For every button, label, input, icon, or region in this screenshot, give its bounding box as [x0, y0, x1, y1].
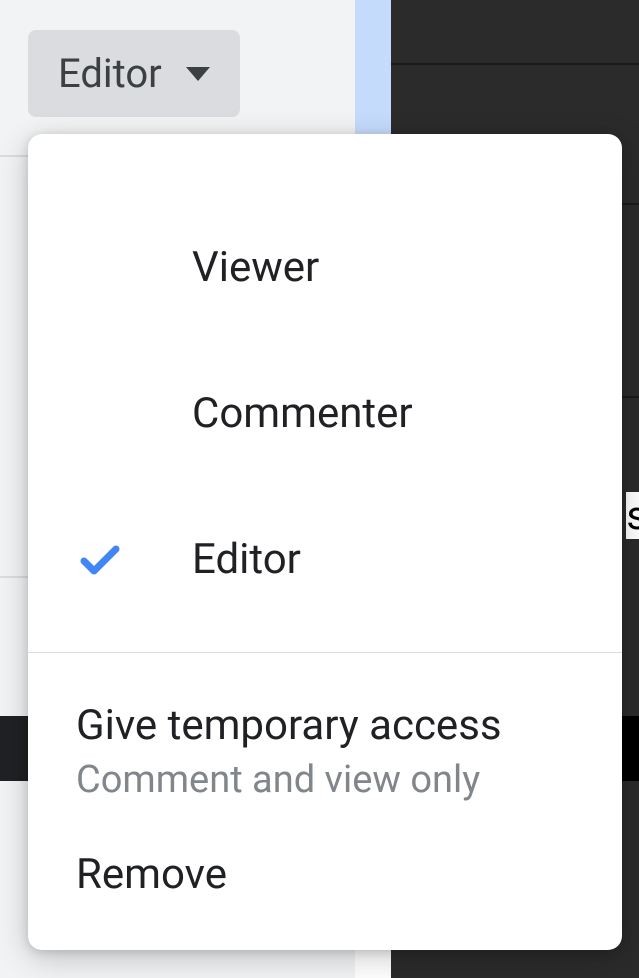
menu-option-commenter[interactable]: Commenter: [28, 340, 622, 486]
menu-option-label: Commenter: [192, 389, 413, 438]
role-dropdown-button[interactable]: Editor: [28, 30, 240, 117]
role-button-label: Editor: [58, 50, 162, 97]
menu-option-label: Editor: [192, 535, 301, 584]
menu-option-label: Viewer: [192, 243, 319, 292]
caret-down-icon: [186, 67, 210, 81]
peek-text: s: [626, 492, 639, 539]
action-sublabel: Comment and view only: [76, 758, 574, 802]
menu-option-viewer[interactable]: Viewer: [28, 194, 622, 340]
dark-row-divider: [391, 63, 639, 65]
selection-highlight: [355, 0, 391, 155]
action-label: Give temporary access: [76, 699, 574, 754]
role-dropdown-menu: Viewer Commenter Editor Give temporary a…: [28, 134, 622, 950]
check-icon: [76, 535, 124, 583]
menu-option-editor[interactable]: Editor: [28, 486, 622, 632]
menu-divider: [28, 652, 622, 653]
menu-action-temporary-access[interactable]: Give temporary access Comment and view o…: [28, 683, 622, 818]
action-label: Remove: [76, 848, 574, 903]
menu-action-remove[interactable]: Remove: [28, 818, 622, 903]
